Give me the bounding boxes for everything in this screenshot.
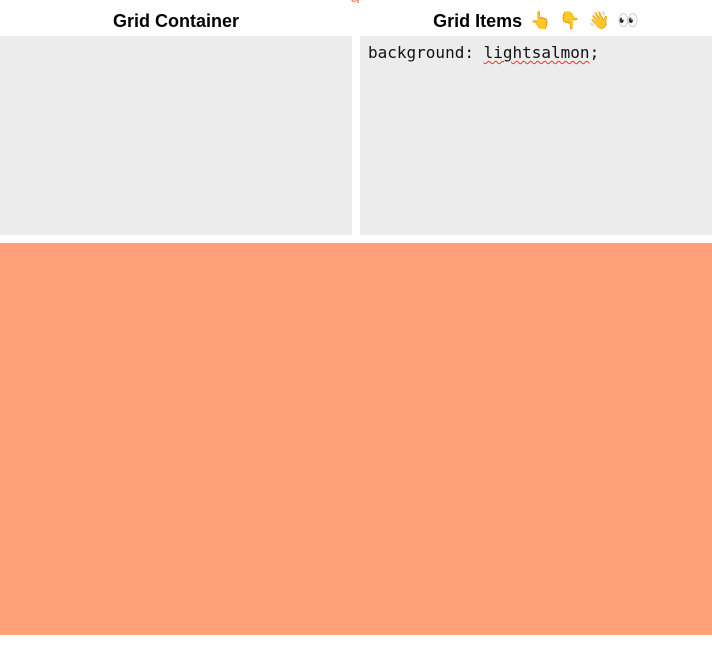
grid-items-heading-row: Grid Items 👆 👇 👋 👀 <box>360 8 712 34</box>
grid-container-css-editor[interactable] <box>0 36 352 235</box>
top-partial-title-glyph: g <box>350 0 368 3</box>
eyes-icon: 👀 <box>617 10 639 31</box>
css-property: background <box>368 43 465 62</box>
pointing-down-icon: 👇 <box>559 10 581 31</box>
grid-container-heading: Grid Container <box>112 10 239 31</box>
css-value: lightsalmon <box>483 43 590 62</box>
css-terminator: ; <box>589 43 600 62</box>
grid-items-heading: Grid Items <box>433 10 523 31</box>
grid-items-css-editor[interactable]: background: lightsalmon; <box>360 36 712 235</box>
pointing-up-icon: 👆 <box>530 10 552 31</box>
css-separator: : <box>464 43 484 62</box>
grid-playground: g Grid Container Grid Items 👆 👇 👋 👀 back… <box>0 0 712 669</box>
waving-hand-icon: 👋 <box>588 10 610 31</box>
grid-preview-area <box>0 243 712 635</box>
